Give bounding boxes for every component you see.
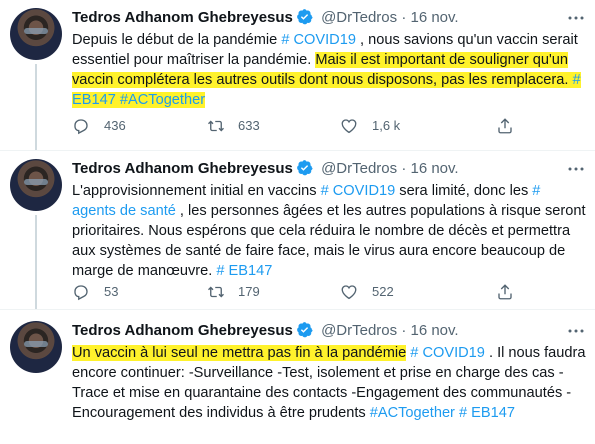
- hashtag-eb147[interactable]: # EB147: [216, 263, 272, 279]
- tweet-date[interactable]: 16 nov.: [410, 160, 458, 177]
- reply-count: 53: [104, 284, 119, 299]
- tweet-actions: 53 179 522: [72, 282, 572, 302]
- reply-count: 436: [104, 118, 126, 133]
- tweet-2[interactable]: Tedros Adhanom Ghebreyesus @DrTedros · 1…: [0, 151, 595, 309]
- separator-dot: ·: [401, 160, 407, 177]
- thread-line: [35, 215, 37, 309]
- hashtag-covid19[interactable]: # COVID19: [410, 345, 485, 361]
- hashtag-actogether[interactable]: #ACTogether: [119, 92, 206, 108]
- retweet-button[interactable]: 633: [206, 116, 296, 136]
- like-count: 522: [372, 284, 394, 299]
- verified-icon: [297, 160, 313, 176]
- share-icon: [498, 118, 512, 134]
- separator-dot: ·: [401, 322, 407, 339]
- author-name[interactable]: Tedros Adhanom Ghebreyesus: [72, 322, 293, 339]
- hashtag-eb147[interactable]: # EB147: [459, 405, 515, 421]
- thread-line: [35, 64, 37, 150]
- text-segment: sera limité, donc les: [395, 183, 533, 199]
- tweet-text: Un vaccin à lui seul ne mettra pas fin à…: [72, 343, 587, 423]
- retweet-icon: [208, 286, 224, 298]
- verified-icon: [297, 322, 313, 338]
- reply-button[interactable]: 53: [72, 282, 162, 302]
- retweet-count: 633: [238, 118, 260, 133]
- tweet-text: Depuis le début de la pandémie # COVID19…: [72, 30, 587, 110]
- like-icon: [341, 285, 357, 300]
- verified-icon: [297, 9, 313, 25]
- avatar[interactable]: [10, 159, 62, 211]
- author-name[interactable]: Tedros Adhanom Ghebreyesus: [72, 160, 293, 177]
- text-segment: [568, 72, 573, 88]
- hashtag-covid19[interactable]: # COVID19: [321, 183, 396, 199]
- tweet-1[interactable]: Tedros Adhanom Ghebreyesus @DrTedros · 1…: [0, 0, 595, 150]
- tweet-date[interactable]: 16 nov.: [410, 322, 458, 339]
- avatar[interactable]: [10, 321, 62, 373]
- hashtag-covid19[interactable]: # COVID19: [281, 32, 356, 48]
- share-button[interactable]: [496, 116, 516, 136]
- separator-dot: ·: [401, 9, 407, 26]
- tweet-actions: 436 633 1,6 k: [72, 116, 572, 136]
- author-name[interactable]: Tedros Adhanom Ghebreyesus: [72, 9, 293, 26]
- author-handle[interactable]: @DrTedros: [321, 9, 397, 26]
- like-button[interactable]: 1,6 k: [340, 116, 430, 136]
- author-handle[interactable]: @DrTedros: [321, 160, 397, 177]
- like-icon: [341, 119, 357, 134]
- retweet-count: 179: [238, 284, 260, 299]
- reply-icon: [74, 119, 88, 135]
- tweet-divider: [0, 309, 595, 310]
- tweet-3[interactable]: Tedros Adhanom Ghebreyesus @DrTedros · 1…: [0, 313, 595, 444]
- like-count: 1,6 k: [372, 118, 401, 133]
- reply-button[interactable]: 436: [72, 116, 162, 136]
- hashtag-actogether[interactable]: #ACTogether: [370, 405, 455, 421]
- tweet-date[interactable]: 16 nov.: [410, 9, 458, 26]
- author-handle[interactable]: @DrTedros: [321, 322, 397, 339]
- like-button[interactable]: 522: [340, 282, 430, 302]
- share-icon: [498, 284, 512, 300]
- reply-icon: [74, 285, 88, 301]
- tweet-text: L'approvisionnement initial en vaccins #…: [72, 181, 587, 281]
- text-segment: L'approvisionnement initial en vaccins: [72, 183, 321, 199]
- tweet-header: Tedros Adhanom Ghebreyesus @DrTedros · 1…: [72, 159, 585, 179]
- text-segment: Depuis le début de la pandémie: [72, 32, 282, 48]
- highlighted-text: Un vaccin à lui seul ne mettra pas fin à…: [72, 345, 407, 361]
- retweet-button[interactable]: 179: [206, 282, 296, 302]
- tweet-header: Tedros Adhanom Ghebreyesus @DrTedros · 1…: [72, 8, 585, 28]
- tweet-header: Tedros Adhanom Ghebreyesus @DrTedros · 1…: [72, 321, 585, 341]
- retweet-icon: [208, 120, 224, 132]
- avatar[interactable]: [10, 8, 62, 60]
- share-button[interactable]: [496, 282, 516, 302]
